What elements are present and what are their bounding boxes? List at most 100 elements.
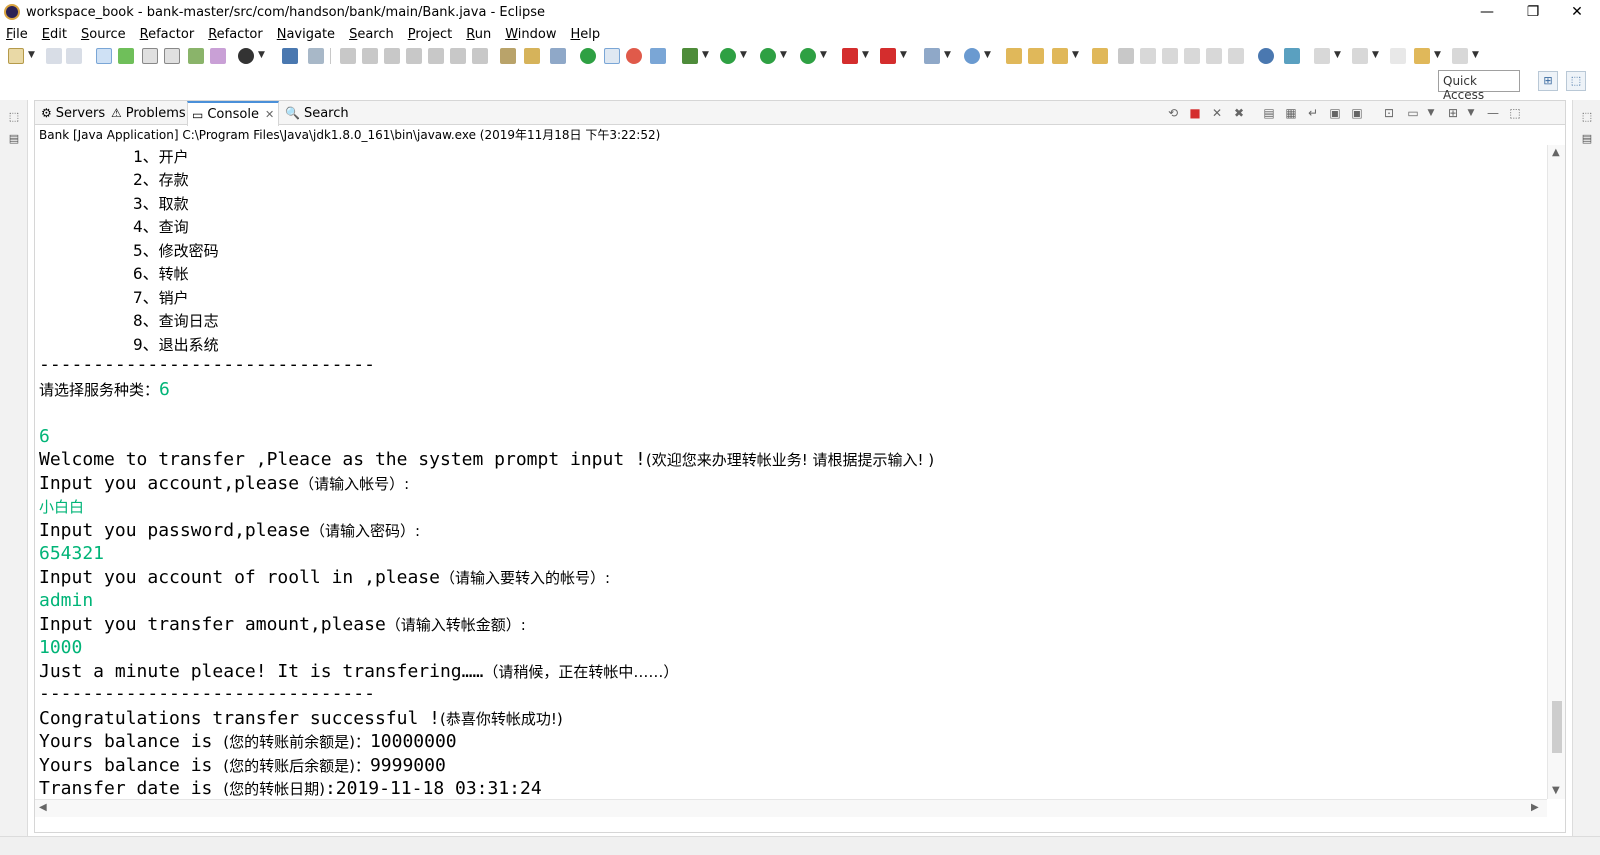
horizontal-scrollbar[interactable]: ◀ ▶ [35,799,1547,817]
forward-icon[interactable] [1452,48,1468,64]
external-run-dropdown-icon[interactable]: ▼ [900,50,907,60]
menu-search[interactable]: Search [349,27,394,42]
coverage-icon[interactable] [760,48,776,64]
restore-button[interactable]: ❐ [1510,0,1556,24]
step-return-icon[interactable] [472,48,488,64]
back-icon[interactable] [1414,48,1430,64]
close-tab-icon[interactable]: ✕ [265,108,274,121]
new-class-dropdown-icon[interactable]: ▼ [984,50,991,60]
next-edit-icon[interactable] [1314,48,1330,64]
run-last-dropdown-icon[interactable]: ▼ [820,50,827,60]
run-last-icon[interactable] [800,48,816,64]
run-dropdown-icon[interactable]: ▼ [740,50,747,60]
open-console-icon[interactable]: ⊞ [1445,105,1461,121]
new-class-icon[interactable] [964,48,980,64]
menu-refactor[interactable]: Refactor [140,27,195,42]
new-server-icon[interactable] [924,48,940,64]
history-icon[interactable] [1390,48,1406,64]
close-button[interactable]: ✕ [1554,0,1600,24]
search-tool-icon[interactable] [1052,48,1068,64]
step-into-icon[interactable] [428,48,444,64]
debug-icon[interactable] [682,48,698,64]
user-dropdown-icon[interactable]: ▼ [258,50,265,60]
stop-dropdown-icon[interactable]: ▼ [862,50,869,60]
scroll-up-icon[interactable]: ▲ [1552,147,1560,158]
tab-servers[interactable]: ⚙ Servers [37,101,109,125]
scroll-left-icon[interactable]: ◀ [39,802,47,813]
use-step-filters-icon[interactable] [524,48,540,64]
web-browser-icon[interactable] [1258,48,1274,64]
open-project-icon[interactable] [1028,48,1044,64]
next-annotation-icon[interactable] [1162,48,1178,64]
console-output[interactable]: 1、开户 2、存款 3、取款 4、查询 5、修改密码 6、转帐 7、销户 8、查… [35,145,1547,817]
outline-icon[interactable]: ▤ [1579,132,1595,148]
restore-outline-icon[interactable]: ⬚ [1579,110,1595,126]
external-run-icon[interactable] [880,48,896,64]
new-java-project-icon[interactable] [188,48,204,64]
menu-navigate[interactable]: Navigate [277,27,335,42]
remove-launch-icon[interactable]: ✕ [1209,105,1225,121]
menu-help[interactable]: Help [570,27,600,42]
user-icon[interactable] [238,48,254,64]
show-stdout-icon[interactable]: ▣ [1327,105,1343,121]
external-tools-icon[interactable] [550,48,566,64]
new-package-icon[interactable] [210,48,226,64]
menu-run[interactable]: Run [466,27,491,42]
annotation-icon[interactable] [1118,48,1134,64]
new-dropdown-icon[interactable]: ▼ [28,50,35,60]
menu-edit[interactable]: Edit [42,27,67,42]
open-resource-icon[interactable] [164,48,180,64]
maximize-view-icon[interactable]: ⬚ [1507,105,1523,121]
show-stderr-icon[interactable]: ▣ [1349,105,1365,121]
debug-dropdown-icon[interactable]: ▼ [702,50,709,60]
back-dropdown-icon[interactable]: ▼ [1434,50,1441,60]
quick-access-field[interactable]: Quick Access [1438,70,1520,102]
spellcheck-icon[interactable] [650,48,666,64]
pin-icon[interactable] [308,48,324,64]
stop-server-icon[interactable] [842,48,858,64]
open-file-icon[interactable] [1092,48,1108,64]
scrollbar-thumb[interactable] [1552,701,1562,753]
refresh-icon[interactable] [626,48,642,64]
terminate-icon[interactable] [384,48,400,64]
minimize-button[interactable]: — [1464,0,1510,24]
forward-dropdown-icon[interactable]: ▼ [1472,50,1479,60]
last-edit-dropdown-icon[interactable]: ▼ [1372,50,1379,60]
edit-icon[interactable] [1140,48,1156,64]
menu-source[interactable]: Source [81,27,126,42]
new-icon[interactable] [8,48,24,64]
minimize-view-icon[interactable]: — [1485,105,1501,121]
monitor-icon[interactable] [282,48,298,64]
prev-annotation-icon[interactable] [1184,48,1200,64]
show-whitespace-icon[interactable] [1206,48,1222,64]
next-edit-dropdown-icon[interactable]: ▼ [1334,50,1341,60]
open-type-icon[interactable] [118,48,134,64]
suspend-icon[interactable] [362,48,378,64]
menu-file[interactable]: File [6,27,28,42]
menu-project[interactable]: Project [408,27,453,42]
disconnect-icon[interactable] [406,48,422,64]
start-server-icon[interactable] [580,48,596,64]
restore-view-icon[interactable]: ⬚ [6,110,22,126]
open-perspective-icon[interactable]: ⊞ [1538,71,1558,91]
team-icon[interactable] [1284,48,1300,64]
resume-icon[interactable] [340,48,356,64]
open-console-dropdown-icon[interactable]: ▼ [1463,105,1479,121]
open-folder-icon[interactable] [1006,48,1022,64]
save-icon[interactable] [46,48,62,64]
display-console-icon[interactable]: ▭ [1405,105,1421,121]
word-wrap-icon[interactable]: ↵ [1305,105,1321,121]
scroll-right-icon[interactable]: ▶ [1531,802,1539,813]
drop-to-frame-icon[interactable] [500,48,516,64]
save-all-icon[interactable] [66,48,82,64]
new-server-dropdown-icon[interactable]: ▼ [944,50,951,60]
tab-problems[interactable]: ⚠ Problems [107,101,190,125]
block-selection-icon[interactable] [1228,48,1244,64]
pin-console-icon[interactable]: ⊡ [1381,105,1397,121]
clear-console-icon[interactable]: ▤ [1261,105,1277,121]
menu-window[interactable]: Window [505,27,556,42]
package-explorer-icon[interactable]: ▤ [6,132,22,148]
tab-console[interactable]: ▭ Console ✕ [187,101,280,126]
open-task-icon[interactable] [142,48,158,64]
java-ee-perspective-icon[interactable]: ⬚ [1566,71,1586,91]
